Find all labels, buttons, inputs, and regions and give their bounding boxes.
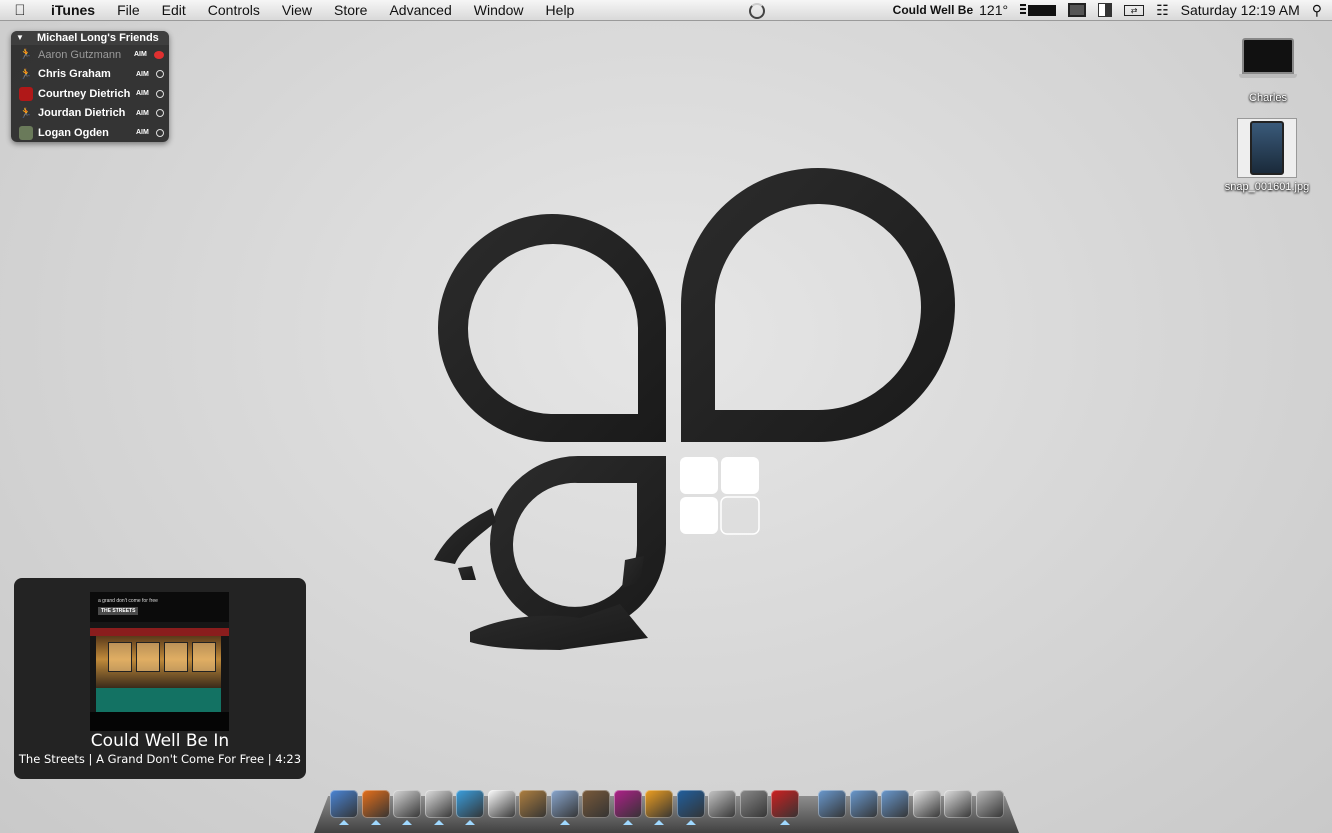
illustrator-icon[interactable]	[645, 790, 673, 825]
indesign-icon[interactable]	[613, 790, 642, 825]
album-art-title: a grand don't come for free	[98, 598, 158, 604]
dock-separator	[803, 790, 815, 818]
red-app-icon[interactable]	[771, 790, 799, 825]
applications-folder-icon[interactable]	[849, 790, 878, 818]
album-art-artist: THE STREETS	[98, 607, 139, 615]
running-indicator-icon	[402, 820, 412, 825]
mail-icon[interactable]	[393, 790, 421, 825]
address-book-icon[interactable]	[519, 790, 547, 818]
running-indicator-icon	[685, 820, 696, 825]
ical-icon[interactable]	[487, 790, 516, 818]
trash-icon[interactable]	[975, 790, 1004, 818]
running-indicator-icon	[654, 820, 664, 825]
running-indicator-icon	[465, 820, 475, 825]
finder-squares	[680, 457, 760, 535]
firefox-icon[interactable]	[361, 790, 390, 825]
ichat-icon[interactable]	[424, 790, 453, 825]
documents-folder-icon[interactable]	[881, 790, 909, 818]
itunes-icon[interactable]	[456, 790, 484, 825]
track-details: The Streets | A Grand Don't Come For Fre…	[18, 752, 302, 766]
track-title: Could Well Be In	[90, 731, 230, 751]
stack-icon[interactable]	[912, 790, 941, 818]
growl-now-playing-notification[interactable]: a grand don't come for free THE STREETS …	[14, 578, 306, 779]
running-indicator-icon	[433, 820, 444, 825]
photoshop-icon[interactable]	[676, 790, 705, 825]
running-indicator-icon	[339, 820, 349, 825]
downloads-stack-icon[interactable]	[944, 790, 972, 818]
iphoto-icon[interactable]	[582, 790, 610, 818]
finder-icon[interactable]	[330, 790, 358, 825]
running-indicator-icon	[559, 820, 570, 825]
running-indicator-icon	[780, 820, 790, 825]
globe-folder-icon[interactable]	[818, 790, 846, 818]
dock-icons	[330, 790, 1007, 825]
system-preferences-icon[interactable]	[739, 790, 768, 818]
textedit-icon[interactable]	[708, 790, 736, 818]
preview-icon[interactable]	[550, 790, 579, 825]
album-art: a grand don't come for free THE STREETS	[90, 592, 229, 731]
running-indicator-icon	[622, 820, 633, 825]
running-indicator-icon	[370, 820, 381, 825]
